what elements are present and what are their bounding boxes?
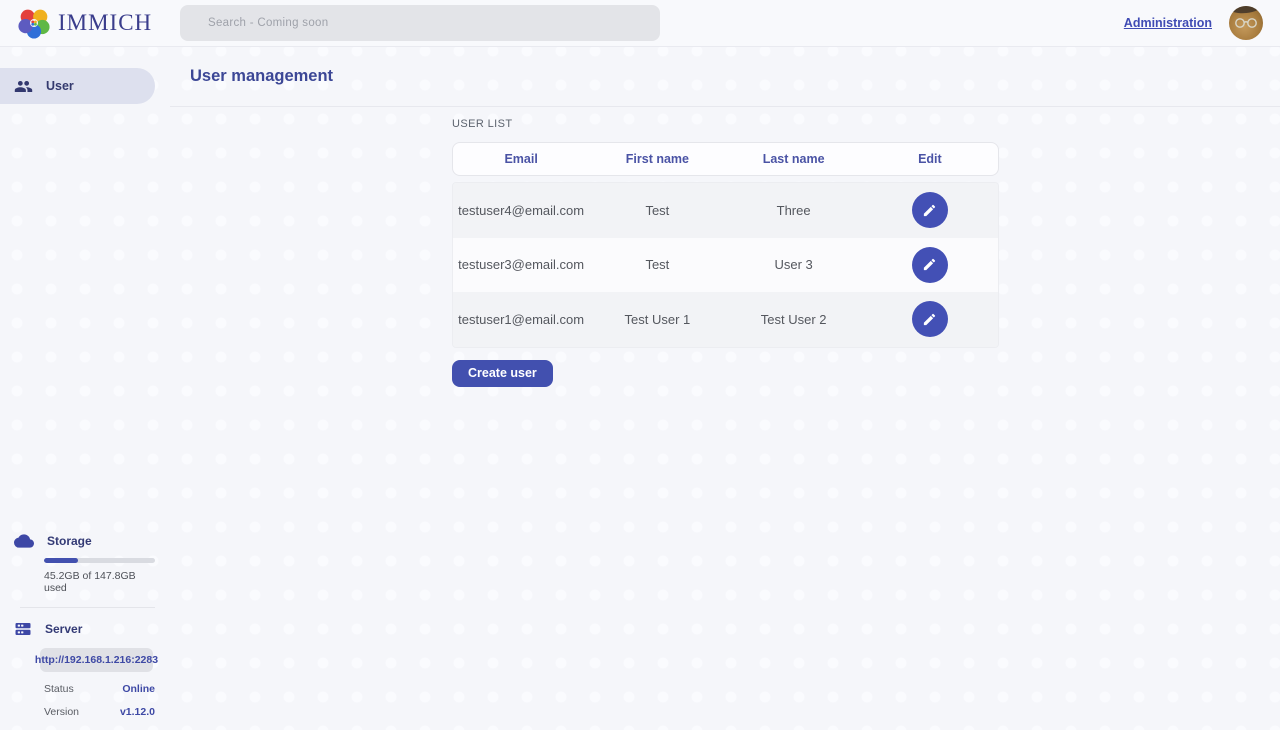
sidebar-item-label: User <box>46 79 74 93</box>
column-header-first-name: First name <box>589 152 725 166</box>
column-header-edit: Edit <box>862 152 998 166</box>
cell-email: testuser3@email.com <box>453 257 589 272</box>
cloud-icon <box>14 531 34 551</box>
main-content: User management USER LIST Email First na… <box>170 47 1280 730</box>
storage-progress-fill <box>44 558 78 563</box>
storage-progress-bar <box>44 558 155 563</box>
create-user-button[interactable]: Create user <box>452 360 553 387</box>
cell-last-name: Test User 2 <box>726 312 862 327</box>
table-body: testuser4@email.com Test Three t <box>452 182 999 348</box>
cell-first-name: Test <box>589 257 725 272</box>
table-header-row: Email First name Last name Edit <box>452 142 999 176</box>
immich-flower-icon <box>18 7 50 39</box>
version-value: v1.12.0 <box>120 706 155 718</box>
status-value: Online <box>122 683 155 695</box>
page-title: User management <box>190 67 333 86</box>
administration-link[interactable]: Administration <box>1124 16 1212 30</box>
pencil-icon <box>922 203 937 218</box>
admin-sidebar: User Storage 45.2GB of 147.8GB used <box>0 47 170 730</box>
cell-last-name: Three <box>726 203 862 218</box>
edit-user-button[interactable] <box>912 301 948 337</box>
edit-user-button[interactable] <box>912 247 948 283</box>
storage-title: Storage <box>47 534 92 548</box>
sidebar-status-panel: Storage 45.2GB of 147.8GB used <box>0 531 170 718</box>
table-row: testuser3@email.com Test User 3 <box>453 238 998 293</box>
search-input[interactable] <box>180 5 660 41</box>
users-group-icon <box>14 77 33 96</box>
app-header: IMMICH Administration <box>0 0 1280 47</box>
glasses-icon <box>1233 17 1259 29</box>
sidebar-divider <box>20 607 155 608</box>
cell-email: testuser4@email.com <box>453 203 589 218</box>
status-label: Status <box>44 683 74 695</box>
storage-usage-text: 45.2GB of 147.8GB used <box>44 570 155 594</box>
cell-email: testuser1@email.com <box>453 312 589 327</box>
server-version-row: Version v1.12.0 <box>44 695 155 718</box>
user-avatar[interactable] <box>1229 6 1263 40</box>
cell-first-name: Test <box>589 203 725 218</box>
version-label: Version <box>44 706 79 718</box>
table-row: testuser1@email.com Test User 1 Test Use… <box>453 292 998 347</box>
sidebar-item-user[interactable]: User <box>0 68 155 104</box>
edit-user-button[interactable] <box>912 192 948 228</box>
server-url: http://192.168.1.216:2283 <box>40 648 153 672</box>
column-header-last-name: Last name <box>726 152 862 166</box>
app-logo[interactable]: IMMICH <box>0 7 180 39</box>
server-title: Server <box>45 622 82 636</box>
cell-last-name: User 3 <box>726 257 862 272</box>
server-icon <box>14 620 32 638</box>
user-table: Email First name Last name Edit testuser… <box>452 142 999 348</box>
user-list-label: USER LIST <box>452 118 1280 130</box>
logo-wordmark: IMMICH <box>58 10 152 36</box>
server-status-row: Status Online <box>44 672 155 695</box>
cell-first-name: Test User 1 <box>589 312 725 327</box>
column-header-email: Email <box>453 152 589 166</box>
pencil-icon <box>922 257 937 272</box>
content-header: User management <box>170 47 1280 107</box>
pencil-icon <box>922 312 937 327</box>
table-row: testuser4@email.com Test Three <box>453 183 998 238</box>
